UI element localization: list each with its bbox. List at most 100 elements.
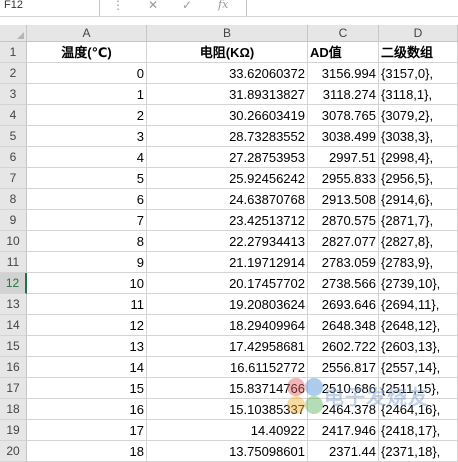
ad-value-cell[interactable]: 3156.994 bbox=[308, 63, 379, 84]
temperature-cell[interactable]: 16 bbox=[27, 399, 147, 420]
header-cell-resistance[interactable]: 电阻(KΩ) bbox=[147, 42, 308, 63]
row-header[interactable]: 2 bbox=[0, 63, 27, 84]
row-header[interactable]: 15 bbox=[0, 336, 27, 357]
row-header[interactable]: 20 bbox=[0, 441, 27, 462]
resistance-cell[interactable]: 15.10385337 bbox=[147, 399, 308, 420]
row-header[interactable]: 18 bbox=[0, 399, 27, 420]
name-box[interactable]: F12 bbox=[0, 0, 100, 16]
ad-value-cell[interactable]: 3078.765 bbox=[308, 105, 379, 126]
temperature-cell[interactable]: 14 bbox=[27, 357, 147, 378]
ad-value-cell[interactable]: 2955.833 bbox=[308, 168, 379, 189]
array-cell[interactable]: {2827,8}, bbox=[379, 231, 458, 252]
resistance-cell[interactable]: 21.19712914 bbox=[147, 252, 308, 273]
enter-icon[interactable]: ✓ bbox=[182, 0, 192, 16]
array-cell[interactable]: {3157,0}, bbox=[379, 63, 458, 84]
ad-value-cell[interactable]: 2556.817 bbox=[308, 357, 379, 378]
row-header[interactable]: 7 bbox=[0, 168, 27, 189]
array-cell[interactable]: {2956,5}, bbox=[379, 168, 458, 189]
array-cell[interactable]: {2511,15}, bbox=[379, 378, 458, 399]
temperature-cell[interactable]: 3 bbox=[27, 126, 147, 147]
ad-value-cell[interactable]: 2783.059 bbox=[308, 252, 379, 273]
ad-value-cell[interactable]: 2693.646 bbox=[308, 294, 379, 315]
column-header-a[interactable]: A bbox=[27, 25, 147, 41]
temperature-cell[interactable]: 6 bbox=[27, 189, 147, 210]
row-header[interactable]: 6 bbox=[0, 147, 27, 168]
array-cell[interactable]: {2557,14}, bbox=[379, 357, 458, 378]
array-cell[interactable]: {2739,10}, bbox=[379, 273, 458, 294]
row-header[interactable]: 3 bbox=[0, 84, 27, 105]
temperature-cell[interactable]: 15 bbox=[27, 378, 147, 399]
select-all-button[interactable] bbox=[0, 25, 27, 41]
resistance-cell[interactable]: 24.63870768 bbox=[147, 189, 308, 210]
array-cell[interactable]: {2648,12}, bbox=[379, 315, 458, 336]
temperature-cell[interactable]: 10 bbox=[27, 273, 147, 294]
ad-value-cell[interactable]: 2738.566 bbox=[308, 273, 379, 294]
row-header[interactable]: 10 bbox=[0, 231, 27, 252]
row-header[interactable]: 9 bbox=[0, 210, 27, 231]
ad-value-cell[interactable]: 2510.686 bbox=[308, 378, 379, 399]
array-cell[interactable]: {3079,2}, bbox=[379, 105, 458, 126]
row-header[interactable]: 19 bbox=[0, 420, 27, 441]
ad-value-cell[interactable]: 3038.499 bbox=[308, 126, 379, 147]
cancel-icon[interactable]: ✕ bbox=[148, 0, 158, 16]
ad-value-cell[interactable]: 2417.946 bbox=[308, 420, 379, 441]
temperature-cell[interactable]: 13 bbox=[27, 336, 147, 357]
row-header[interactable]: 8 bbox=[0, 189, 27, 210]
resistance-cell[interactable]: 13.75098601 bbox=[147, 441, 308, 462]
row-header[interactable]: 12 bbox=[0, 273, 27, 294]
temperature-cell[interactable]: 5 bbox=[27, 168, 147, 189]
temperature-cell[interactable]: 17 bbox=[27, 420, 147, 441]
resistance-cell[interactable]: 15.83714766 bbox=[147, 378, 308, 399]
array-cell[interactable]: {2371,18}, bbox=[379, 441, 458, 462]
resistance-cell[interactable]: 19.20803624 bbox=[147, 294, 308, 315]
header-cell-ad-value[interactable]: AD值 bbox=[308, 42, 379, 63]
ad-value-cell[interactable]: 2371.44 bbox=[308, 441, 379, 462]
resistance-cell[interactable]: 33.62060372 bbox=[147, 63, 308, 84]
array-cell[interactable]: {3118,1}, bbox=[379, 84, 458, 105]
array-cell[interactable]: {3038,3}, bbox=[379, 126, 458, 147]
ad-value-cell[interactable]: 2913.508 bbox=[308, 189, 379, 210]
row-header[interactable]: 16 bbox=[0, 357, 27, 378]
row-header[interactable]: 1 bbox=[0, 42, 27, 63]
row-header[interactable]: 11 bbox=[0, 252, 27, 273]
resistance-cell[interactable]: 20.17457702 bbox=[147, 273, 308, 294]
temperature-cell[interactable]: 0 bbox=[27, 63, 147, 84]
ad-value-cell[interactable]: 2648.348 bbox=[308, 315, 379, 336]
resistance-cell[interactable]: 17.42958681 bbox=[147, 336, 308, 357]
resistance-cell[interactable]: 22.27934413 bbox=[147, 231, 308, 252]
array-cell[interactable]: {2418,17}, bbox=[379, 420, 458, 441]
resistance-cell[interactable]: 27.28753953 bbox=[147, 147, 308, 168]
ad-value-cell[interactable]: 2997.51 bbox=[308, 147, 379, 168]
temperature-cell[interactable]: 8 bbox=[27, 231, 147, 252]
array-cell[interactable]: {2914,6}, bbox=[379, 189, 458, 210]
temperature-cell[interactable]: 4 bbox=[27, 147, 147, 168]
temperature-cell[interactable]: 12 bbox=[27, 315, 147, 336]
ad-value-cell[interactable]: 2464.378 bbox=[308, 399, 379, 420]
resistance-cell[interactable]: 28.73283552 bbox=[147, 126, 308, 147]
more-options-icon[interactable]: ⋮ bbox=[112, 0, 124, 16]
ad-value-cell[interactable]: 3118.274 bbox=[308, 84, 379, 105]
row-header[interactable]: 17 bbox=[0, 378, 27, 399]
resistance-cell[interactable]: 18.29409964 bbox=[147, 315, 308, 336]
ad-value-cell[interactable]: 2870.575 bbox=[308, 210, 379, 231]
array-cell[interactable]: {2694,11}, bbox=[379, 294, 458, 315]
array-cell[interactable]: {2871,7}, bbox=[379, 210, 458, 231]
column-header-c[interactable]: C bbox=[308, 25, 379, 41]
column-header-d[interactable]: D bbox=[379, 25, 458, 41]
resistance-cell[interactable]: 23.42513712 bbox=[147, 210, 308, 231]
array-cell[interactable]: {2783,9}, bbox=[379, 252, 458, 273]
row-header[interactable]: 5 bbox=[0, 126, 27, 147]
ad-value-cell[interactable]: 2827.077 bbox=[308, 231, 379, 252]
column-header-b[interactable]: B bbox=[147, 25, 308, 41]
array-cell[interactable]: {2998,4}, bbox=[379, 147, 458, 168]
temperature-cell[interactable]: 2 bbox=[27, 105, 147, 126]
resistance-cell[interactable]: 16.61152772 bbox=[147, 357, 308, 378]
row-header[interactable]: 4 bbox=[0, 105, 27, 126]
header-cell-temperature[interactable]: 温度(℃) bbox=[27, 42, 147, 63]
array-cell[interactable]: {2464,16}, bbox=[379, 399, 458, 420]
ad-value-cell[interactable]: 2602.722 bbox=[308, 336, 379, 357]
temperature-cell[interactable]: 18 bbox=[27, 441, 147, 462]
array-cell[interactable]: {2603,13}, bbox=[379, 336, 458, 357]
header-cell-array[interactable]: 二级数组 bbox=[379, 42, 458, 63]
resistance-cell[interactable]: 31.89313827 bbox=[147, 84, 308, 105]
